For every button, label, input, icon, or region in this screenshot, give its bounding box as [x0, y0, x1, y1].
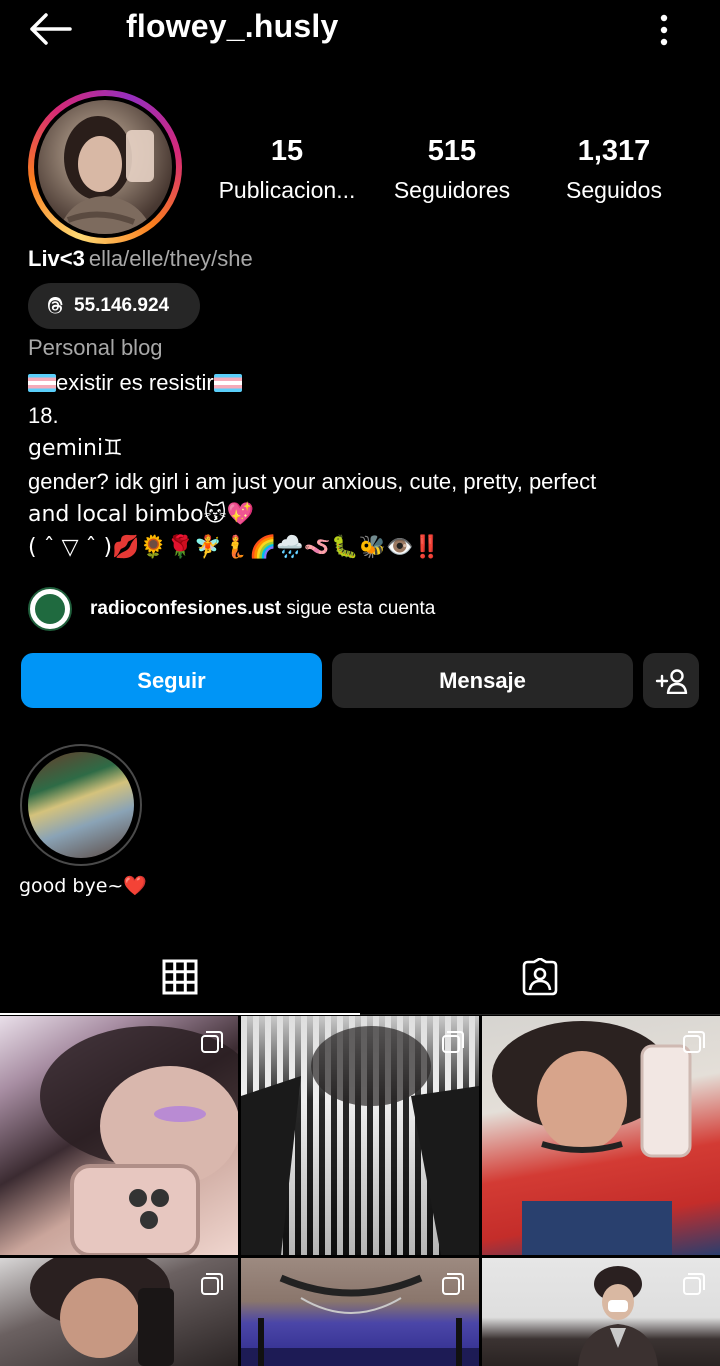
- arrow-left-icon[interactable]: [28, 12, 72, 46]
- bio-line-3: gemini♊: [28, 436, 123, 461]
- posts-grid: [0, 1016, 720, 1366]
- follow-button[interactable]: Seguir: [21, 653, 322, 708]
- highlight-label: good bye~❤️: [19, 875, 147, 897]
- following-label: Seguidos: [566, 177, 662, 203]
- display-name: Liv<3: [28, 246, 85, 271]
- post-thumbnail[interactable]: [0, 1016, 238, 1255]
- posts-label: Publicacion...: [218, 177, 356, 203]
- carousel-icon: [683, 1273, 705, 1295]
- post-thumbnail[interactable]: [0, 1258, 238, 1366]
- threads-badge[interactable]: 55.146.924: [28, 283, 200, 329]
- following-count: 1,317: [577, 135, 651, 167]
- profile-username: flowey_.husly: [126, 8, 339, 44]
- top-bar: flowey_.husly: [0, 0, 720, 60]
- add-user-icon: [655, 668, 688, 694]
- tab-tagged[interactable]: [360, 940, 720, 1014]
- avatar: [38, 100, 172, 234]
- trans-flag-icon: [28, 374, 56, 392]
- story-ring[interactable]: [28, 90, 182, 244]
- carousel-icon: [201, 1031, 223, 1053]
- follower-avatar: [28, 587, 72, 631]
- followers-label: Seguidores: [393, 177, 511, 203]
- bio-line-5: and local bimbo😽💖: [28, 502, 254, 527]
- followed-by[interactable]: radioconfesiones.ust sigue esta cuenta: [28, 586, 435, 632]
- name-line: Liv<3 ella/elle/they/she: [28, 244, 253, 274]
- stat-followers[interactable]: 515 Seguidores: [372, 134, 532, 206]
- story-highlight[interactable]: [20, 744, 142, 866]
- carousel-icon: [442, 1273, 464, 1295]
- profile-tabs: [0, 940, 720, 1015]
- bio-line-1: existir es resistir: [28, 366, 688, 399]
- avatar-image: [58, 116, 154, 234]
- stat-posts[interactable]: 15 Publicacion...: [207, 134, 367, 206]
- carousel-icon: [683, 1031, 705, 1053]
- highlight-cover: [28, 752, 134, 858]
- follower-account[interactable]: radioconfesiones.ust: [90, 598, 281, 619]
- tagged-icon: [522, 958, 558, 996]
- bio: existir es resistir 18. gemini♊ gender? …: [28, 366, 688, 564]
- followed-by-text: radioconfesiones.ust sigue esta cuenta: [90, 598, 435, 620]
- active-tab-indicator: [0, 1013, 360, 1015]
- followers-count: 515: [427, 135, 477, 167]
- post-thumbnail[interactable]: [241, 1258, 479, 1366]
- carousel-icon: [442, 1031, 464, 1053]
- threads-icon: [48, 297, 63, 314]
- more-vertical-icon[interactable]: [650, 10, 678, 50]
- posts-count: 15: [270, 135, 304, 167]
- bio-text-1: existir es resistir: [56, 370, 214, 395]
- trans-flag-icon: [213, 374, 242, 392]
- threads-count: 55.146.924: [74, 295, 170, 316]
- stat-following[interactable]: 1,317 Seguidos: [534, 134, 694, 206]
- bio-line-2: 18.: [28, 403, 59, 428]
- profile-category: Personal blog: [28, 335, 163, 360]
- post-thumbnail[interactable]: [482, 1016, 720, 1255]
- carousel-icon: [201, 1273, 223, 1295]
- followed-by-suffix: sigue esta cuenta: [281, 598, 436, 619]
- bio-line-6: ( ˆ ▽ ˆ )💋🌻🌹🧚🧜🌈🌧️🪱🐛🐝👁️‼️: [28, 535, 441, 560]
- post-thumbnail[interactable]: [482, 1258, 720, 1366]
- bio-line-4: gender? idk girl i am just your anxious,…: [28, 469, 597, 494]
- grid-icon: [162, 959, 198, 995]
- pronouns: ella/elle/they/she: [88, 246, 253, 271]
- add-user-button[interactable]: [643, 653, 699, 708]
- tab-posts-grid[interactable]: [0, 940, 360, 1015]
- message-button[interactable]: Mensaje: [332, 653, 633, 708]
- post-thumbnail[interactable]: [241, 1016, 479, 1255]
